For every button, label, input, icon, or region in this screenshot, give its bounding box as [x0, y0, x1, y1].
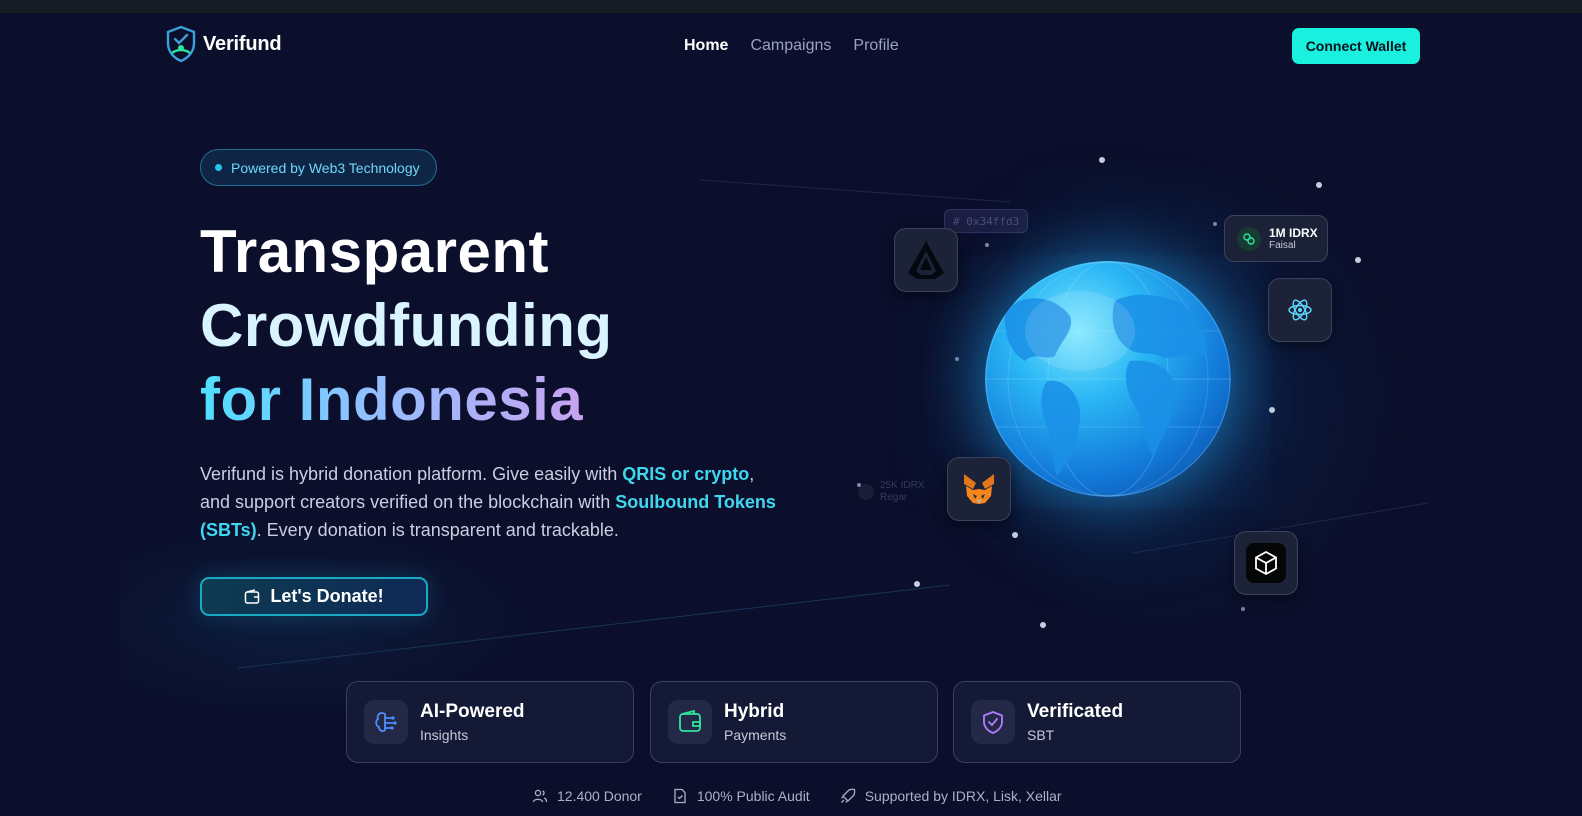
- brain-icon: [364, 700, 408, 744]
- transaction-hash-tag: # 0x34ffd3: [944, 209, 1029, 233]
- donation-card: 1M IDRX Faisal: [1224, 215, 1328, 262]
- wallet-icon: [245, 588, 260, 604]
- stat-audit: 100% Public Audit: [672, 788, 810, 804]
- rocket-icon: [840, 788, 855, 803]
- hero-title-line-2: Crowdfunding: [200, 292, 613, 359]
- feature-title: AI-Powered: [420, 700, 525, 722]
- faded-donation-card: 25K IDRX Regar: [858, 480, 924, 504]
- brand-logo[interactable]: Verifund: [165, 25, 282, 63]
- cube-tile: [1234, 531, 1298, 595]
- metamask-icon: [964, 474, 994, 504]
- react-tile: [1268, 278, 1332, 342]
- feature-title: Verificated: [1027, 700, 1124, 722]
- users-icon: [532, 789, 548, 803]
- lisk-tile: [894, 228, 958, 292]
- badge-label: Powered by Web3 Technology: [231, 159, 420, 176]
- hero-title-line-1: Transparent: [200, 218, 549, 285]
- feature-subtitle: SBT: [1027, 726, 1055, 743]
- star-dot: [1012, 532, 1018, 538]
- star-dot: [857, 483, 861, 487]
- desc-text-1: Verifund is hybrid donation platform. Gi…: [200, 464, 623, 484]
- star-dot: [1355, 257, 1361, 263]
- react-icon: [1288, 299, 1312, 321]
- star-dot: [1241, 607, 1245, 611]
- feature-card-verificated: Verificated SBT: [953, 681, 1241, 763]
- feature-card-ai: AI-Powered Insights: [346, 681, 634, 763]
- feature-title: Hybrid: [724, 700, 785, 722]
- nav-link-profile[interactable]: Profile: [853, 37, 898, 55]
- hero-title-line-3: for Indonesia: [200, 363, 583, 437]
- star-dot: [1040, 622, 1046, 628]
- document-icon: [674, 788, 686, 804]
- nav-link-campaigns[interactable]: Campaigns: [750, 37, 831, 55]
- donate-label: Let's Donate!: [270, 586, 384, 606]
- star-dot: [1269, 407, 1275, 413]
- stat-supported: Supported by IDRX, Lisk, Xellar: [840, 788, 1062, 804]
- hero-description: Verifund is hybrid donation platform. Gi…: [200, 460, 780, 544]
- stats-row: 12.400 Donor 100% Public Audit Supported…: [532, 788, 1062, 804]
- feature-card-hybrid: Hybrid Payments: [650, 681, 938, 763]
- star-dot: [1316, 182, 1322, 188]
- shield-logo-icon: [166, 25, 196, 63]
- feature-subtitle: Insights: [420, 726, 469, 743]
- cube-icon: [1255, 550, 1277, 576]
- star-dot: [1099, 157, 1105, 163]
- world-map-graphic: [985, 261, 1231, 497]
- desc-text-3: . Every donation is transparent and trac…: [256, 520, 619, 540]
- donor-name: Faisal: [1269, 239, 1296, 251]
- desc-highlight-qris: QRIS or crypto: [622, 464, 750, 484]
- stat-donors: 12.400 Donor: [532, 788, 642, 804]
- feature-subtitle: Payments: [724, 726, 787, 743]
- nav-link-home[interactable]: Home: [684, 37, 728, 55]
- metamask-tile: [947, 457, 1011, 521]
- star-dot: [914, 581, 920, 587]
- star-dot: [955, 357, 959, 361]
- badge-dot-icon: [215, 164, 222, 171]
- faded-donor-name: Regar: [880, 492, 908, 503]
- stat-label: Supported by IDRX, Lisk, Xellar: [864, 788, 1062, 804]
- star-dot: [1213, 222, 1217, 226]
- globe-illustration: [985, 261, 1231, 497]
- wallet-icon: [668, 700, 712, 744]
- donation-amount: 1M IDRX: [1269, 225, 1318, 240]
- top-navigation: Verifund Home Campaigns Profile Connect …: [0, 13, 1582, 79]
- web3-badge: Powered by Web3 Technology: [200, 149, 437, 186]
- lisk-icon: [908, 241, 944, 279]
- stat-label: 12.400 Donor: [557, 788, 642, 804]
- lets-donate-button[interactable]: Let's Donate!: [200, 577, 428, 616]
- nav-links: Home Campaigns Profile: [684, 37, 899, 55]
- cube-badge: [1246, 543, 1286, 583]
- brand-name: Verifund: [203, 32, 282, 55]
- faded-donation-amount: 25K IDRX: [880, 480, 925, 491]
- star-dot: [985, 243, 989, 247]
- stat-label: 100% Public Audit: [696, 788, 810, 804]
- connect-wallet-button[interactable]: Connect Wallet: [1292, 28, 1420, 64]
- shield-check-icon: [971, 700, 1015, 744]
- link-icon: [1237, 226, 1261, 251]
